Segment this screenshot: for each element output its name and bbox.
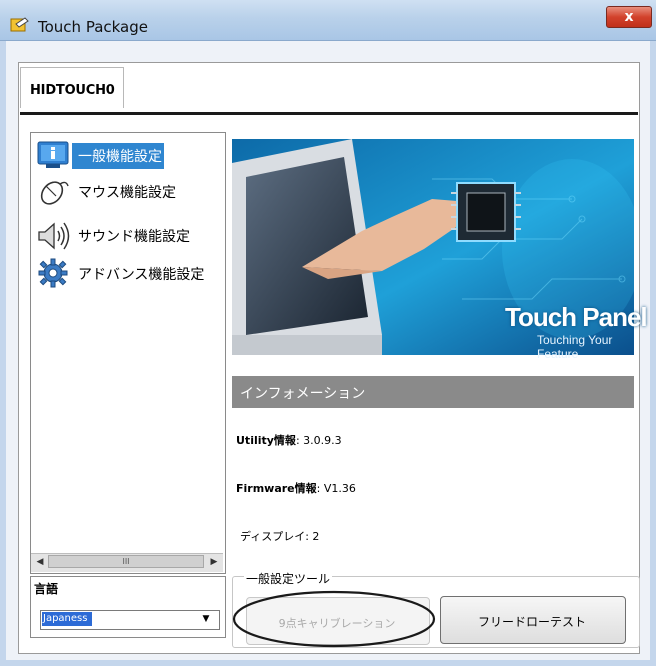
nav-item-general[interactable]: 一般機能設定: [36, 140, 166, 170]
free-draw-test-button-label: フリードローテスト: [477, 615, 586, 629]
banner-subtitle: Touching Your Feature: [537, 333, 613, 361]
nav-item-mouse[interactable]: マウス機能設定: [36, 176, 216, 206]
nav-item-label: アドバンス機能設定: [78, 267, 205, 283]
close-button[interactable]: x: [606, 6, 652, 28]
firmware-info: Firmware情報: V1.36: [236, 480, 356, 496]
info-icon: [37, 141, 69, 168]
display-info-label: ディスプレイ: [240, 530, 306, 543]
touch-package-window: Touch Package x HIDTOUCH0 一般機能設定 マウス機能設定: [0, 0, 656, 666]
language-value: Japaness: [43, 613, 88, 624]
language-label: 言語: [34, 582, 59, 596]
utility-info-label: Utility情報: [236, 434, 296, 447]
nav-item-label: 一般機能設定: [78, 149, 162, 165]
utility-info: Utility情報: 3.0.9.3: [236, 432, 342, 448]
tab-label: HIDTOUCH0: [30, 83, 115, 98]
utility-info-value: : 3.0.9.3: [295, 434, 342, 447]
nav-item-advanced[interactable]: アドバンス機能設定: [36, 258, 216, 288]
scroll-left-arrow-icon[interactable]: ◀: [33, 555, 47, 569]
scroll-thumb-grip: III: [122, 557, 130, 566]
nav-item-label: サウンド機能設定: [78, 229, 190, 245]
banner-title: Touch Panel: [505, 302, 648, 332]
speaker-icon: [38, 222, 70, 250]
display-info-value: : 2: [305, 530, 320, 543]
highlight-ellipse: [232, 590, 436, 648]
window-frame-bottom: [0, 660, 656, 666]
app-icon: [10, 17, 29, 32]
scroll-right-arrow-icon[interactable]: ▶: [207, 555, 221, 569]
firmware-info-value: : V1.36: [316, 482, 356, 495]
tab-underline: [20, 112, 638, 115]
gear-icon: [38, 258, 68, 288]
window-title: Touch Package: [38, 18, 148, 36]
chevron-down-icon[interactable]: ▼: [198, 612, 214, 626]
mouse-icon: [40, 181, 69, 205]
general-tools-legend: 一般設定ツール: [244, 570, 333, 587]
display-info: ディスプレイ: 2: [240, 528, 319, 544]
firmware-info-label: Firmware情報: [236, 482, 317, 495]
nav-item-label: マウス機能設定: [78, 185, 176, 201]
nav-item-sound[interactable]: サウンド機能設定: [36, 220, 216, 250]
info-header-title: インフォメーション: [240, 386, 366, 402]
